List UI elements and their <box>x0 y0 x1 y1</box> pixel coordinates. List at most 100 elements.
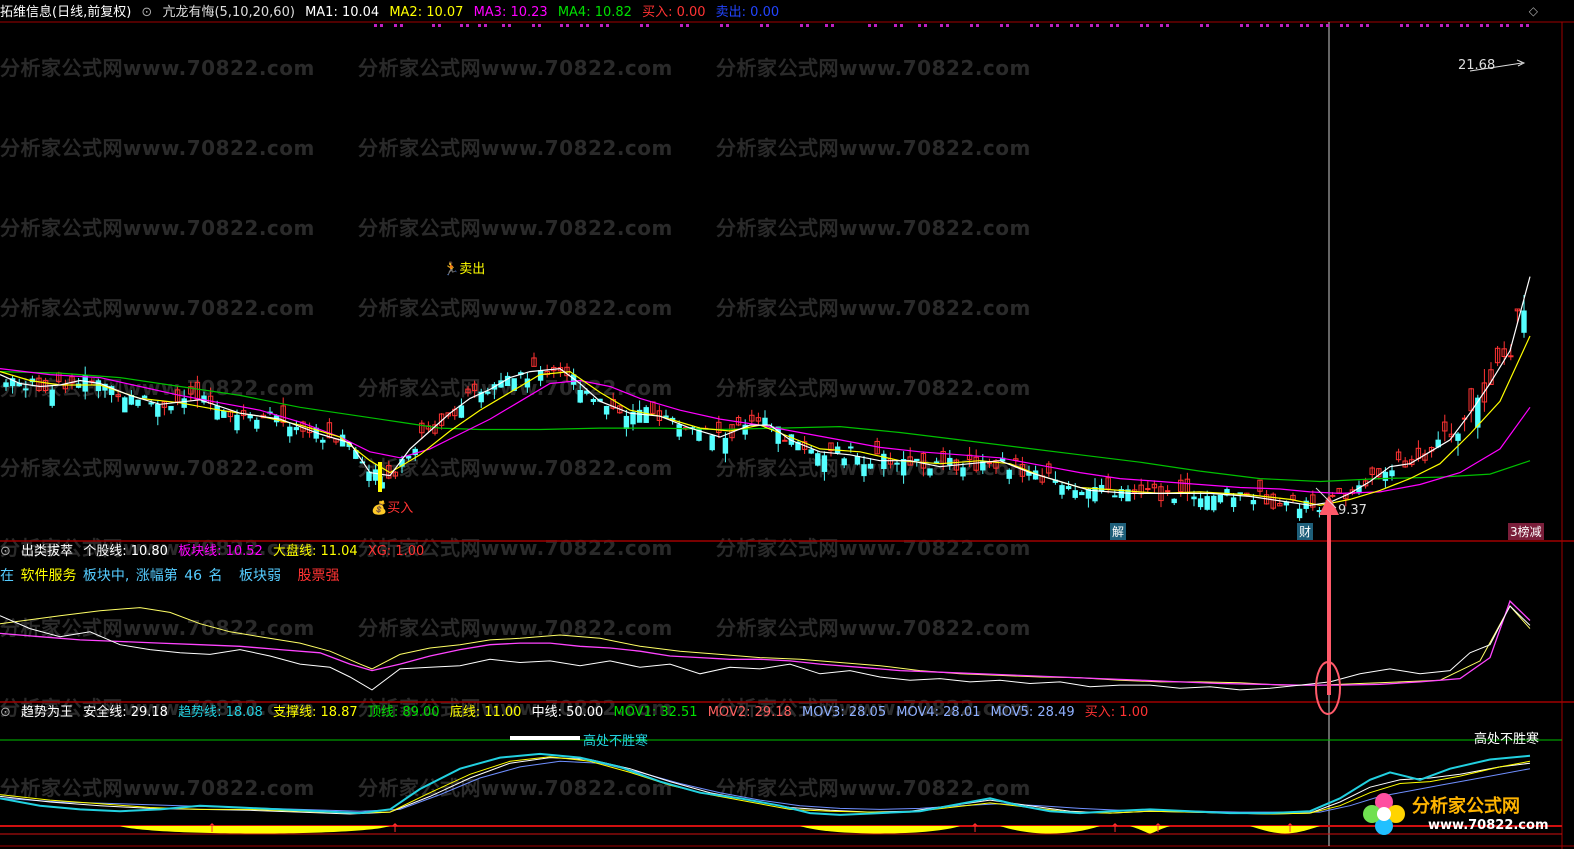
candle-body <box>485 391 491 394</box>
signal-dot <box>1440 24 1443 27</box>
panel3-name[interactable]: 趋势为王 <box>21 705 73 720</box>
panel2-sentence: 在 软件服务 板块中, 涨幅第 46 名 板块弱 股票强 <box>0 566 345 586</box>
panel2-settings-icon[interactable]: ⊙ <box>0 544 11 559</box>
yellow-area <box>1130 826 1170 834</box>
signal-dot <box>1266 24 1269 27</box>
candle-body <box>155 403 161 417</box>
sentence-in: 在 <box>0 568 14 584</box>
top-line-label: 顶线: 89.00 <box>367 705 440 720</box>
mov-white-line <box>0 757 1531 815</box>
candle-body <box>867 463 874 469</box>
buy-signal-bar <box>378 462 382 492</box>
candle-body <box>1389 470 1395 477</box>
candle-body <box>1171 498 1177 504</box>
signal-dot <box>1420 24 1423 27</box>
signal-dot <box>1286 24 1289 27</box>
candle-body <box>1072 490 1078 498</box>
sentence-rank-suffix: 名 <box>208 568 223 584</box>
panel2-name[interactable]: 出类拔萃 <box>21 544 73 559</box>
candle-body <box>841 458 847 466</box>
signal-dot <box>900 24 903 27</box>
candle-body <box>221 410 227 418</box>
buy-arrow-marker: ↑ <box>390 821 400 835</box>
candle-body <box>603 405 610 415</box>
support-line-label: 支撑线: 18.87 <box>272 705 358 720</box>
signal-dot <box>1246 24 1249 27</box>
high-cold-note-1: 高处不胜寒 <box>583 734 649 749</box>
mov5-label: MOV5: 28.49 <box>990 705 1075 720</box>
candle-body <box>214 405 220 420</box>
candle-body <box>1191 496 1197 500</box>
candle-body <box>960 467 966 477</box>
signal-dot <box>1360 24 1363 27</box>
signal-dot <box>1200 24 1203 27</box>
signal-dot <box>874 24 877 27</box>
signal-dot <box>1446 24 1449 27</box>
logo-url: www.70822.com <box>1428 818 1549 833</box>
candle-body <box>141 395 148 399</box>
signal-dot <box>1326 24 1329 27</box>
candle-body <box>927 468 933 476</box>
signal-dot <box>766 24 769 27</box>
signal-dot <box>1110 24 1113 27</box>
signal-dot <box>1260 24 1263 27</box>
yellow-area <box>1000 826 1100 834</box>
news-badge-2[interactable]: 财 <box>1297 523 1314 540</box>
signal-dot <box>1466 24 1469 27</box>
signal-dot <box>918 24 921 27</box>
signal-dot <box>1116 24 1119 27</box>
signal-dot <box>720 24 723 27</box>
mid-line-label: 中线: 50.00 <box>531 705 604 720</box>
sentence-sector-weak: 板块弱 <box>239 568 281 584</box>
high-price-label: 21.68 <box>1458 58 1496 73</box>
signal-dot <box>460 24 463 27</box>
mov3-label: MOV3: 28.05 <box>801 705 887 720</box>
candle-body <box>405 455 412 459</box>
candle-body <box>577 389 583 403</box>
candle-body <box>854 456 861 465</box>
signal-dot <box>640 24 643 27</box>
mov2-label: MOV2: 29.18 <box>707 705 792 720</box>
signal-dot <box>1406 24 1409 27</box>
sentence-mid: 板块中, <box>82 568 130 584</box>
candle-body <box>676 424 682 437</box>
sentence-rank: 46 <box>184 568 203 584</box>
signal-dot <box>1460 24 1463 27</box>
signal-dot <box>825 24 828 27</box>
candle-body <box>894 462 900 465</box>
signal-dot <box>686 24 689 27</box>
news-badge-1[interactable]: 解 <box>1110 523 1127 540</box>
buy-arrow-marker: ↑ <box>207 821 217 835</box>
individual-line-label: 个股线: 10.80 <box>83 544 168 559</box>
candle-body <box>815 453 821 466</box>
signal-dot <box>380 24 383 27</box>
signal-dot <box>1056 24 1059 27</box>
panel3-settings-icon[interactable]: ⊙ <box>0 705 11 720</box>
candle-body <box>1296 508 1303 519</box>
candle-body <box>1098 484 1105 492</box>
candle-body <box>1217 494 1224 503</box>
news-badge-3[interactable]: 3榜减 <box>1508 523 1544 540</box>
candle-body <box>95 380 102 392</box>
candle-body <box>23 388 29 391</box>
candle-body <box>293 427 300 431</box>
buy-arrow-marker: ↑ <box>1153 821 1163 835</box>
signal-dot <box>924 24 927 27</box>
yellow-area <box>800 826 960 834</box>
signal-dot <box>946 24 949 27</box>
signal-dot <box>1070 24 1073 27</box>
ma1-line <box>0 276 1531 506</box>
candle-body <box>1211 495 1217 511</box>
candle-body <box>1455 433 1461 441</box>
candle-body <box>135 399 141 406</box>
signal-dot <box>1166 24 1169 27</box>
signal-dot <box>1300 24 1303 27</box>
signal-dot <box>1036 24 1039 27</box>
panel3-header: ⊙ 趋势为王 安全线: 29.18 趋势线: 18.08 支撑线: 18.87 … <box>0 703 1154 723</box>
signal-dot <box>1090 24 1093 27</box>
candle-body <box>986 462 993 465</box>
signal-dot <box>1346 24 1349 27</box>
candle-body <box>1065 486 1072 490</box>
signal-dot <box>1366 24 1369 27</box>
site-logo: 分析家公式网 www.70822.com <box>1362 788 1558 844</box>
